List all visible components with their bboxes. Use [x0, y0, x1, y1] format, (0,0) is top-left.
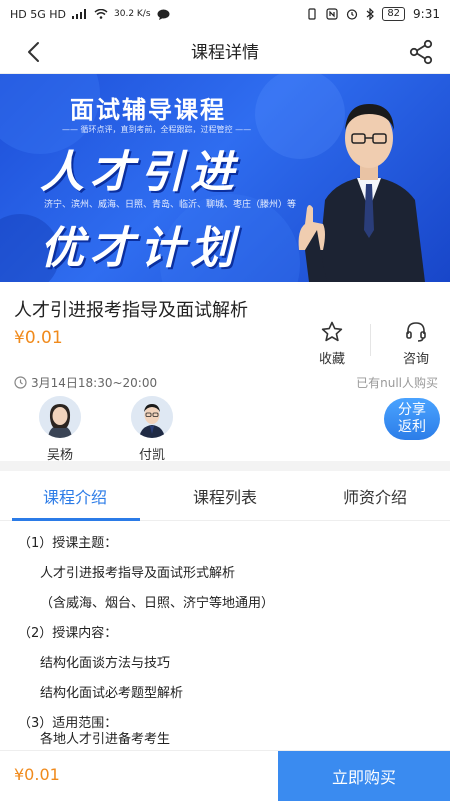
purchase-count: 已有null人购买 [356, 376, 438, 390]
buy-now-button[interactable]: 立即购买 [278, 751, 450, 801]
tab-course-list[interactable]: 课程列表 [150, 471, 300, 520]
message-icon [157, 9, 170, 20]
headset-icon [406, 322, 426, 342]
tab-teacher-intro[interactable]: 师资介绍 [300, 471, 450, 520]
avatar [39, 396, 81, 438]
chevron-left-icon [28, 42, 39, 62]
favorite-button[interactable]: 收藏 [302, 320, 362, 367]
course-time: 3月14日18:30~20:00 [14, 374, 157, 391]
wifi-icon [94, 9, 108, 19]
consult-label: 咨询 [402, 352, 429, 367]
bottom-price: ¥0.01 [14, 765, 60, 784]
favorite-label: 收藏 [318, 352, 345, 367]
section-divider [0, 461, 450, 471]
teacher-avatar-female [39, 396, 81, 438]
network-indicator: HD 5G HD [10, 7, 66, 21]
vibrate-icon [308, 8, 316, 20]
clock: 9:31 [413, 7, 440, 21]
teacher-item[interactable]: 吴杨 [30, 396, 90, 463]
banner-title-1: 人才引进 [40, 147, 240, 198]
banner-cities: 济宁、滨州、威海、日照、青岛、临沂、聊城、枣庄（滕州）等 [44, 200, 297, 210]
battery-indicator: 82 [382, 7, 406, 21]
nfc-icon [326, 8, 338, 20]
banner-heading: 面试辅导课程 [70, 95, 226, 124]
action-divider [370, 324, 371, 356]
description-line: 结构化面谈方法与技巧 [40, 656, 171, 671]
banner-tagline: —— 循环点评，直到考前，全程跟踪，过程管控 —— [62, 125, 252, 134]
signal-icon [72, 9, 86, 19]
course-banner: 面试辅导课程 —— 循环点评，直到考前，全程跟踪，过程管控 —— 人才引进 济宁… [0, 74, 450, 282]
share-rebate-button[interactable]: 分享 返利 [384, 398, 440, 440]
status-right: 82 9:31 [306, 7, 440, 21]
avatar [131, 396, 173, 438]
page-title: 课程详情 [191, 43, 259, 63]
share-rebate-line1: 分享 [398, 402, 426, 418]
top-navbar: 课程详情 [0, 28, 450, 74]
teacher-avatar-male [131, 396, 173, 438]
share-button[interactable] [406, 37, 436, 67]
clock-icon [14, 376, 27, 389]
bluetooth-icon [366, 8, 375, 20]
alarm-icon [347, 9, 358, 20]
status-left: HD 5G HD 30.2 K/s [10, 8, 170, 21]
course-price: ¥0.01 [14, 328, 63, 348]
description-line: 人才引进报考指导及面试形式解析 [40, 566, 236, 581]
detail-tabs: 课程介绍 课程列表 师资介绍 [0, 471, 450, 521]
teacher-item[interactable]: 付凯 [122, 396, 182, 463]
consult-button[interactable]: 咨询 [386, 320, 446, 367]
share-icon [409, 39, 433, 65]
tab-course-intro[interactable]: 课程介绍 [0, 471, 150, 521]
network-speed: 30.2 K/s [114, 9, 151, 19]
share-rebate-line2: 返利 [398, 419, 426, 435]
description-line: （含威海、烟台、日照、济宁等地通用） [40, 596, 275, 611]
description-line: 结构化面试必考题型解析 [40, 686, 184, 701]
status-bar: HD 5G HD 30.2 K/s 82 9:31 [0, 0, 450, 28]
bottom-purchase-bar: ¥0.01 立即购买 [0, 750, 450, 801]
course-title: 人才引进报考指导及面试解析 [14, 300, 248, 321]
course-time-text: 3月14日18:30~20:00 [31, 376, 158, 390]
description-line: （2）授课内容： [18, 626, 118, 641]
star-icon [321, 321, 343, 342]
description-line: 各地人才引进备考考生 [40, 732, 171, 747]
description-line: （1）授课主题： [18, 536, 118, 551]
back-button[interactable] [18, 38, 48, 66]
share-rebate-label: 分享 返利 [398, 402, 426, 436]
banner-title-2: 优才计划 [40, 223, 240, 274]
instructor-photo [298, 104, 425, 282]
